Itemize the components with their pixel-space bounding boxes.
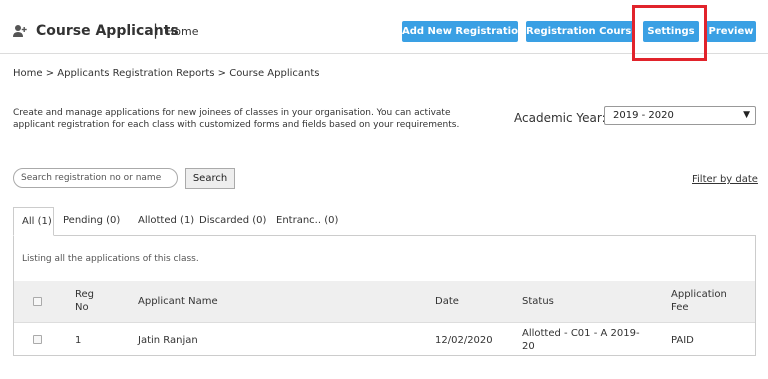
search-button[interactable]: Search bbox=[185, 168, 235, 189]
applications-panel: Listing all the applications of this cla… bbox=[13, 235, 756, 356]
listing-message: Listing all the applications of this cla… bbox=[22, 254, 199, 264]
caret-down-icon: ▼ bbox=[743, 110, 750, 120]
cell-reg-no: 1 bbox=[75, 335, 82, 346]
cell-status-line1: Allotted - C01 - A 2019- bbox=[522, 328, 640, 339]
user-add-icon bbox=[13, 25, 27, 37]
table-row[interactable]: 1 Jatin Ranjan 12/02/2020 Allotted - C01… bbox=[14, 322, 755, 356]
search-input[interactable] bbox=[13, 168, 178, 188]
tab-all[interactable]: All (1) bbox=[13, 207, 54, 236]
header-status[interactable]: Status bbox=[522, 296, 554, 308]
header-reg-line2: No bbox=[75, 302, 89, 313]
table-header: Reg No Applicant Name Date Status Applic… bbox=[14, 281, 755, 322]
settings-highlight-box bbox=[632, 5, 707, 61]
header-reg-line1: Reg bbox=[75, 289, 94, 300]
breadcrumb: Home > Applicants Registration Reports >… bbox=[13, 68, 320, 79]
tab-pending[interactable]: Pending (0) bbox=[55, 207, 128, 236]
add-new-registration-button[interactable]: Add New Registration bbox=[402, 21, 518, 42]
cell-status-line2: 20 bbox=[522, 341, 535, 352]
cell-date: 12/02/2020 bbox=[435, 335, 493, 346]
academic-year-label: Academic Year: bbox=[514, 111, 606, 125]
registration-courses-button[interactable]: Registration Courses bbox=[526, 21, 634, 42]
header-date[interactable]: Date bbox=[435, 296, 459, 308]
title-separator: | bbox=[153, 21, 159, 39]
academic-year-select[interactable]: 2019 - 2020 ▼ bbox=[604, 106, 756, 125]
page-header: Course Applicants | Home Add New Registr… bbox=[0, 0, 768, 61]
cell-fee: PAID bbox=[671, 335, 694, 346]
preview-button[interactable]: Preview bbox=[706, 21, 756, 42]
header-applicant-name[interactable]: Applicant Name bbox=[138, 296, 218, 308]
tab-discarded[interactable]: Discarded (0) bbox=[191, 207, 274, 236]
academic-year-value: 2019 - 2020 bbox=[613, 110, 674, 121]
cell-applicant-name[interactable]: Jatin Ranjan bbox=[138, 335, 198, 347]
page-description: Create and manage applications for new j… bbox=[13, 108, 460, 130]
select-all-checkbox[interactable] bbox=[33, 297, 42, 306]
home-link[interactable]: Home bbox=[166, 25, 198, 38]
header-fee-line2: Fee bbox=[671, 302, 689, 313]
filter-by-date-link[interactable]: Filter by date bbox=[692, 174, 758, 185]
header-fee-line1: Application bbox=[671, 289, 727, 300]
tab-entrance[interactable]: Entranc.. (0) bbox=[268, 207, 346, 236]
row-checkbox[interactable] bbox=[33, 335, 42, 344]
